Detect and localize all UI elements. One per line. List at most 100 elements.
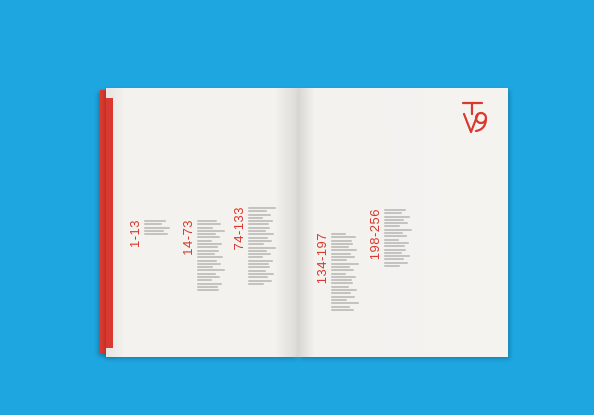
toc-entry-line	[197, 229, 225, 232]
toc-entry-line	[197, 285, 218, 288]
toc-entry-line	[384, 228, 412, 231]
toc-entry-line	[197, 223, 221, 226]
toc-entry-line	[248, 243, 264, 246]
toc-entry-line	[248, 269, 266, 272]
toc-entry-line	[197, 266, 213, 269]
toc-entry-line	[197, 220, 217, 222]
toc-entry-line	[248, 236, 268, 239]
toc-entry-line	[197, 236, 220, 239]
toc-entry-line	[384, 238, 399, 241]
toc-entry-line	[331, 305, 350, 308]
toc-entry-line	[331, 272, 346, 275]
toc-entry-line	[248, 226, 270, 229]
toc-entry-line	[331, 246, 349, 249]
toc-section-3: 74-133	[231, 207, 276, 285]
toc-entry-line	[197, 252, 215, 255]
toc-entry-line	[248, 220, 273, 223]
section-page-range: 1-13	[127, 220, 142, 249]
toc-entry-line	[197, 282, 222, 285]
toc-section-4: 134-197	[314, 233, 359, 311]
toc-entry-line	[197, 226, 213, 229]
toc-section-5: 198-256	[367, 209, 412, 268]
section-item-list	[144, 220, 170, 236]
toc-entry-line	[144, 226, 170, 229]
toc-entry-line	[384, 251, 402, 254]
toc-entry-line	[384, 209, 406, 211]
toc-entry-line	[331, 275, 356, 278]
toc-entry-line	[248, 259, 273, 262]
toc-entry-line	[197, 233, 216, 236]
toc-entry-line	[248, 272, 274, 275]
toc-entry-line	[384, 255, 410, 258]
toc-entry-line	[331, 252, 351, 255]
toc-entry-line	[384, 222, 408, 225]
toc-entry-line	[197, 243, 222, 246]
section-page-range: 14-73	[180, 220, 195, 256]
toc-entry-line	[197, 239, 212, 242]
toc-entry-line	[248, 216, 263, 219]
toc-entry-line	[248, 246, 276, 249]
toc-entry-line	[248, 207, 276, 209]
toc-entry-line	[144, 233, 168, 236]
toc-entry-line	[248, 233, 274, 236]
section-page-range: 198-256	[367, 209, 382, 261]
toc-entry-line	[331, 259, 347, 262]
toc-entry-line	[384, 258, 404, 261]
toc-entry-line	[384, 265, 400, 268]
toc-entry-line	[331, 285, 349, 288]
section-item-list	[331, 233, 359, 311]
toc-entry-line	[331, 233, 346, 235]
toc-entry-line	[197, 289, 219, 292]
toc-entry-line	[248, 266, 270, 269]
toc-entry-line	[248, 282, 264, 285]
toc-entry-line	[248, 279, 272, 282]
toc-entry-line	[197, 272, 216, 275]
toc-entry-line	[197, 279, 212, 282]
toc-entry-line	[248, 213, 271, 216]
toc-entry-line	[331, 295, 355, 298]
toc-entry-line	[144, 223, 162, 226]
toc-entry-line	[384, 235, 407, 238]
toc-entry-line	[384, 212, 402, 215]
toc-entry-line	[331, 289, 357, 292]
toc-entry-line	[197, 262, 221, 265]
toc-entry-line	[331, 302, 359, 305]
toc-entry-line	[197, 276, 220, 279]
toc-entry-line	[197, 259, 217, 262]
toc-entry-line	[248, 253, 271, 256]
toc-entry-line	[248, 230, 266, 233]
toc-entry-line	[331, 262, 359, 265]
toc-entry-line	[384, 232, 403, 235]
section-page-range: 134-197	[314, 233, 329, 285]
red-spine-tab	[106, 98, 113, 348]
toc-entry-line	[331, 292, 351, 295]
toc-entry-line	[331, 282, 353, 285]
toc-entry-line	[331, 249, 357, 252]
toc-entry-line	[331, 279, 352, 282]
toc-entry-line	[197, 246, 218, 249]
monogram-logo-icon	[461, 101, 488, 134]
toc-entry-line	[144, 229, 164, 232]
toc-entry-line	[248, 223, 269, 226]
toc-section-1: 1-13	[127, 220, 170, 249]
toc-entry-line	[384, 241, 409, 244]
toc-entry-line	[384, 215, 410, 218]
toc-entry-line	[248, 210, 267, 213]
toc-entry-line	[331, 236, 356, 239]
toc-entry-line	[248, 256, 263, 259]
toc-entry-line	[384, 248, 406, 251]
section-page-range: 74-133	[231, 207, 246, 251]
toc-entry-line	[331, 298, 347, 301]
toc-entry-line	[331, 265, 350, 268]
toc-entry-line	[248, 276, 268, 279]
toc-entry-line	[144, 220, 166, 222]
toc-entry-line	[248, 239, 272, 242]
toc-entry-line	[197, 249, 219, 252]
toc-entry-line	[384, 245, 405, 248]
toc-section-2: 14-73	[180, 220, 225, 292]
section-item-list	[248, 207, 276, 285]
section-item-list	[197, 220, 225, 292]
toc-entry-line	[331, 242, 353, 245]
toc-entry-line	[331, 239, 352, 242]
section-item-list	[384, 209, 412, 268]
